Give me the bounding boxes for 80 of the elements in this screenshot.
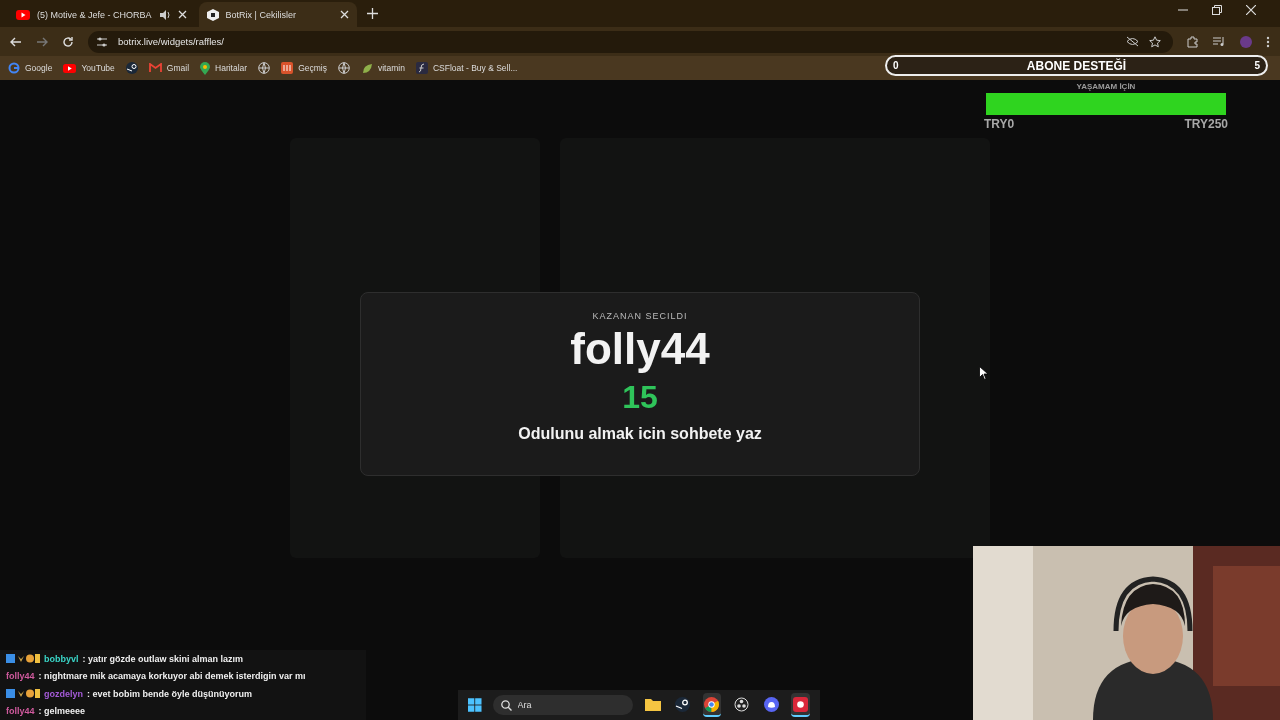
speaker-icon[interactable] (158, 8, 171, 21)
tab-title: (5) Motive & Jefe - CHORBA (37, 9, 152, 20)
float-icon (415, 62, 428, 74)
bookmark-label: CSFloat - Buy & Sell... (432, 63, 518, 73)
donation-title: YAŞAMAM İÇİN (1076, 82, 1136, 91)
taskbar-app[interactable] (791, 693, 810, 717)
bookmark-label: YouTube (81, 63, 115, 73)
bookmark-label: Google (25, 63, 53, 73)
new-tab-icon[interactable] (366, 8, 378, 19)
media-icon[interactable] (1213, 36, 1226, 47)
goal-end: 5 (1254, 60, 1260, 71)
bookmark[interactable]: vitamin (360, 62, 405, 74)
history-icon (281, 62, 294, 74)
winner-count: 15 (622, 378, 658, 417)
bookmark[interactable]: CSFloat - Buy & Sell... (415, 62, 518, 74)
winner-message: Odulunu almak icin sohbete yaz (518, 425, 762, 443)
reload-icon[interactable] (62, 35, 74, 48)
eye-off-icon[interactable] (1126, 36, 1139, 47)
google-icon (8, 62, 20, 74)
bookmark[interactable]: Gmail (148, 63, 190, 73)
puzzle-icon[interactable] (1187, 35, 1199, 48)
browser-tab[interactable]: (5) Motive & Jefe - CHORBA (8, 2, 195, 27)
restore-icon[interactable] (1212, 4, 1222, 15)
address-bar[interactable]: botrix.live/widgets/raffles/ (88, 30, 1173, 53)
badges-icon (6, 689, 40, 699)
search-field[interactable]: Ara (492, 695, 633, 715)
windows-start-icon[interactable] (468, 697, 482, 713)
youtube-icon (63, 63, 77, 73)
chrome-icon (704, 696, 720, 712)
map-pin-icon (200, 61, 211, 75)
bookmark[interactable] (125, 62, 138, 74)
winner-caption: KAZANAN SECILDI (592, 311, 688, 321)
chat-username: folly44 (6, 706, 35, 717)
badges-icon (6, 654, 40, 664)
goal-title: ABONE DESTEĞİ (1026, 58, 1127, 73)
forward-icon[interactable] (36, 35, 48, 48)
taskbar-app[interactable] (702, 693, 722, 717)
close-icon[interactable] (339, 10, 349, 19)
record-icon (793, 696, 809, 712)
bookmark[interactable]: Geçmiş (281, 62, 327, 74)
youtube-icon (16, 9, 30, 20)
close-icon[interactable] (1246, 4, 1256, 15)
donation-max: TRY250 (1184, 117, 1228, 131)
cursor-icon (979, 366, 988, 380)
browser-tab[interactable]: BotRix | Cekilisler (198, 2, 357, 27)
bookmark-label: Gmail (166, 63, 190, 73)
steam-icon (674, 696, 690, 712)
donation-min: TRY0 (984, 117, 1015, 131)
obs-icon (734, 696, 750, 712)
chat-username: folly44 (6, 671, 35, 682)
botrix-icon (206, 8, 219, 21)
leaf-icon (360, 62, 373, 74)
site-settings-icon[interactable] (96, 35, 108, 48)
chat-text: : yatır gözde outlaw skini alman lazım (82, 653, 244, 664)
chat-text: : nightmare mik acamaya korkuyor abi demek isterdigin var mı (38, 671, 306, 682)
menu-icon[interactable] (1266, 35, 1270, 48)
discord-icon (763, 696, 779, 712)
folder-icon (644, 697, 661, 711)
bookmark[interactable] (258, 62, 271, 74)
globe-icon (258, 62, 271, 74)
bookmark[interactable]: YouTube (63, 63, 115, 73)
steam-icon (125, 62, 138, 74)
mail-icon (148, 63, 162, 73)
bookmark-label: vitamin (377, 63, 405, 73)
bookmark-label: Geçmiş (298, 63, 327, 73)
chat-text: : gelmeeee (38, 706, 86, 717)
bookmark[interactable]: Haritalar (200, 61, 248, 75)
star-icon[interactable] (1149, 35, 1161, 48)
back-icon[interactable] (10, 35, 22, 48)
chat-username: gozdelyn (44, 688, 83, 699)
globe-icon (337, 62, 350, 74)
goal-start: 0 (893, 60, 899, 71)
chat-username: bobbyvl (44, 653, 79, 664)
winner-name: folly44 (570, 323, 710, 375)
chat-text: : evet bobim bende öyle düşünüyorum (87, 688, 253, 699)
close-icon[interactable] (177, 10, 187, 19)
tab-title: BotRix | Cekilisler (225, 9, 297, 20)
bookmark-label: Haritalar (215, 63, 248, 73)
bookmark[interactable] (337, 62, 350, 74)
bookmark[interactable]: Google (8, 62, 53, 74)
